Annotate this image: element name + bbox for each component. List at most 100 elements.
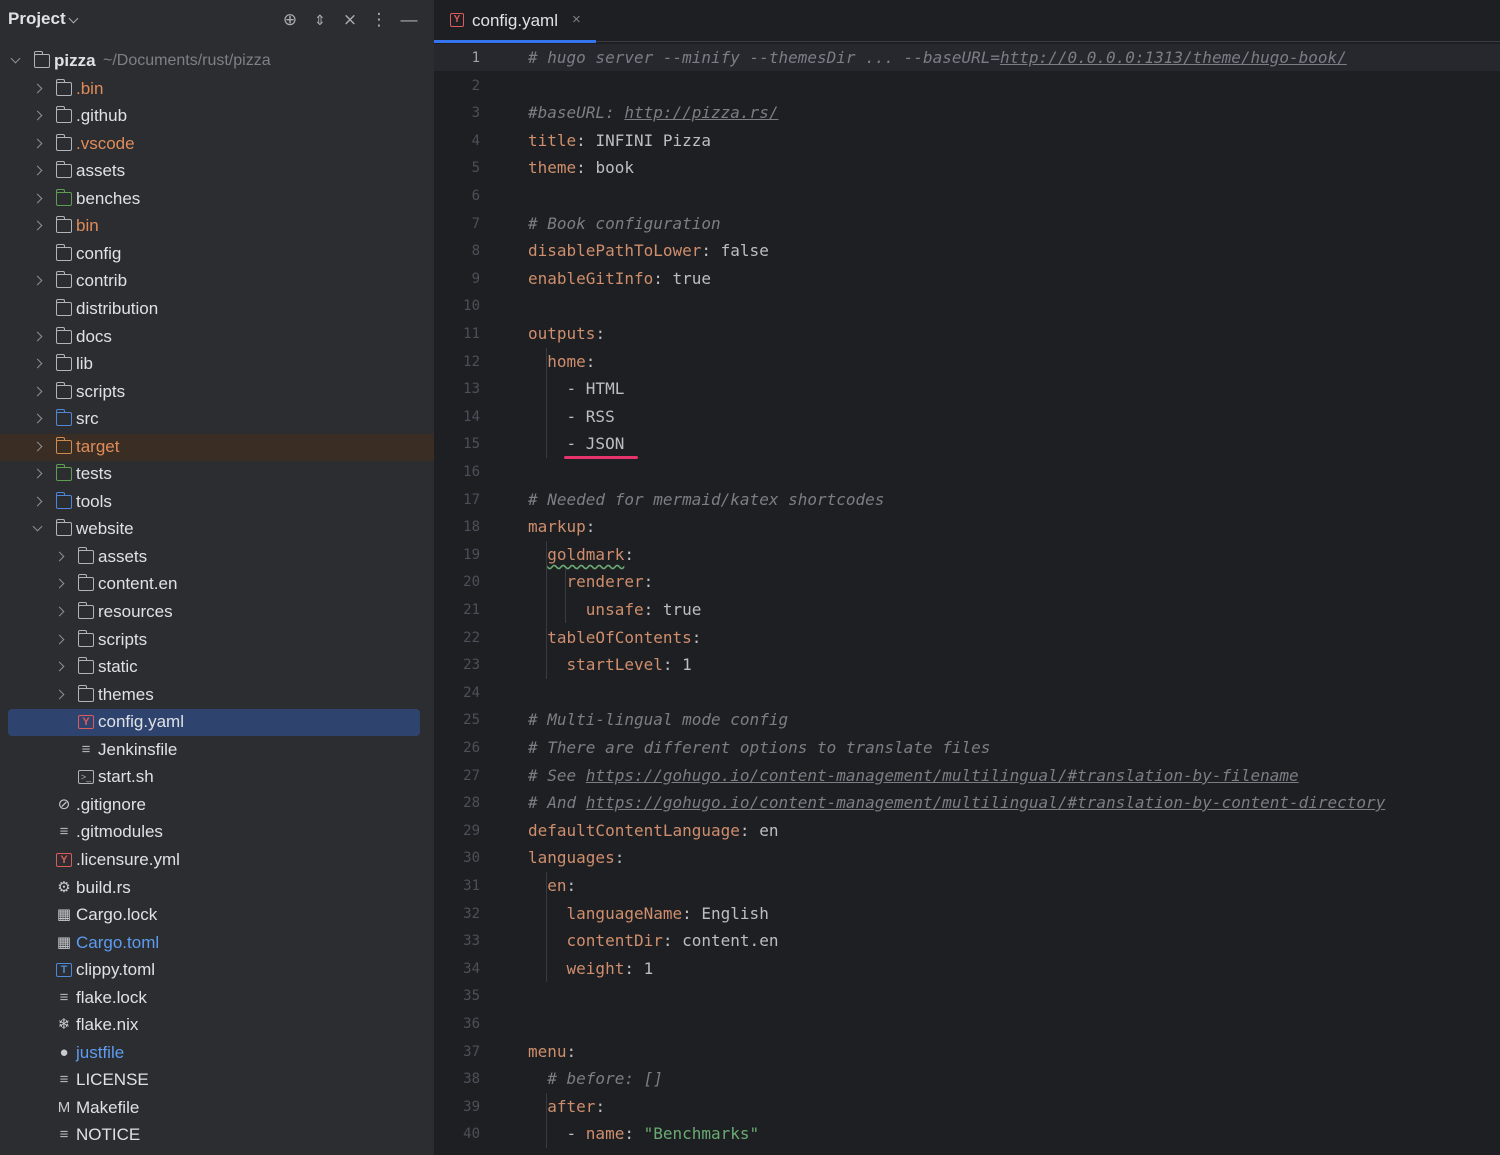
code-line[interactable]: tableOfContents: — [528, 624, 701, 651]
tree-item-folder[interactable]: target — [0, 434, 434, 461]
tree-item-folder[interactable]: tests — [0, 461, 434, 488]
chevron-down-icon[interactable] — [32, 521, 43, 532]
tree-item-file[interactable]: ≡ NOTICE — [0, 1122, 434, 1149]
code-line[interactable]: disablePathToLower: false — [528, 237, 769, 264]
chevron-right-icon[interactable] — [54, 689, 65, 700]
tree-item-folder[interactable]: static — [0, 654, 434, 681]
tree-item-file[interactable]: Yconfig.yaml — [0, 709, 434, 736]
code-line[interactable]: languages: — [528, 844, 624, 871]
chevron-right-icon[interactable] — [32, 358, 43, 369]
chevron-right-icon[interactable] — [32, 83, 43, 94]
chevron-right-icon[interactable] — [32, 441, 43, 452]
code-line[interactable]: enableGitInfo: true — [528, 265, 711, 292]
code-line[interactable]: theme: book — [528, 154, 634, 181]
code-line[interactable]: # Needed for mermaid/katex shortcodes — [528, 486, 884, 513]
tree-item-file[interactable]: ▦ Cargo.toml — [0, 930, 434, 957]
expand-collapse-icon[interactable]: ⇕ — [308, 8, 332, 32]
code-line[interactable]: # hugo server --minify --themesDir ... -… — [528, 44, 1347, 71]
code-line[interactable]: defaultContentLanguage: en — [528, 817, 778, 844]
code-line[interactable]: # Book configuration — [528, 210, 721, 237]
close-icon[interactable]: × — [572, 11, 581, 28]
tree-item-folder[interactable]: docs — [0, 324, 434, 351]
tree-item-file[interactable]: ⚙ build.rs — [0, 875, 434, 902]
chevron-right-icon[interactable] — [32, 413, 43, 424]
code-line[interactable]: - HTML — [528, 375, 625, 402]
code-line[interactable]: title: INFINI Pizza — [528, 127, 711, 154]
tree-item-folder[interactable]: .github — [0, 103, 434, 130]
chevron-right-icon[interactable] — [54, 661, 65, 672]
chevron-right-icon[interactable] — [32, 110, 43, 121]
code-line[interactable]: languageName: English — [528, 900, 769, 927]
chevron-right-icon[interactable] — [54, 634, 65, 645]
tree-item-folder[interactable]: distribution — [0, 296, 434, 323]
chevron-right-icon[interactable] — [32, 468, 43, 479]
code-line[interactable]: # Multi-lingual mode config — [528, 706, 788, 733]
crosshair-icon[interactable]: ⊕ — [278, 8, 302, 32]
tree-item-folder[interactable]: config — [0, 241, 434, 268]
project-panel-title[interactable]: Project — [8, 9, 66, 29]
tree-item-file[interactable]: ≡ flake.lock — [0, 985, 434, 1012]
code-line[interactable]: goldmark: — [528, 541, 634, 568]
tree-item-file[interactable]: ≡ .gitmodules — [0, 819, 434, 846]
code-line[interactable]: #baseURL: http://pizza.rs/ — [528, 99, 778, 126]
tree-item-folder[interactable]: themes — [0, 682, 434, 709]
tree-item-folder[interactable]: bin — [0, 213, 434, 240]
chevron-right-icon[interactable] — [32, 275, 43, 286]
minimize-icon[interactable]: — — [397, 8, 421, 32]
tree-item-folder[interactable]: .vscode — [0, 131, 434, 158]
code-line[interactable]: after: — [528, 1093, 605, 1120]
chevron-right-icon[interactable] — [32, 165, 43, 176]
tree-item-file[interactable]: ≡ Jenkinsfile — [0, 737, 434, 764]
code-line[interactable]: # before: [] — [528, 1065, 663, 1092]
tree-item-folder[interactable]: scripts — [0, 379, 434, 406]
tree-item-folder[interactable]: .bin — [0, 76, 434, 103]
code-line[interactable]: # And https://gohugo.io/content-manageme… — [528, 789, 1385, 816]
tab-config-yaml[interactable]: Y config.yaml × — [434, 0, 596, 43]
tree-item-folder[interactable]: benches — [0, 186, 434, 213]
chevron-right-icon[interactable] — [32, 193, 43, 204]
tree-item-folder[interactable]: resources — [0, 599, 434, 626]
chevron-right-icon[interactable] — [32, 331, 43, 342]
tree-item-file[interactable]: ❄ flake.nix — [0, 1012, 434, 1039]
tree-item-file[interactable]: Tclippy.toml — [0, 957, 434, 984]
code-area[interactable]: # hugo server --minify --themesDir ... -… — [434, 42, 1500, 1155]
tree-item-folder[interactable]: assets — [0, 544, 434, 571]
tree-item-file[interactable]: ⊘ .gitignore — [0, 792, 434, 819]
chevron-right-icon[interactable] — [54, 551, 65, 562]
tree-item-file[interactable]: ● justfile — [0, 1040, 434, 1067]
chevron-right-icon[interactable] — [32, 496, 43, 507]
code-line[interactable]: markup: — [528, 513, 595, 540]
tree-item-folder[interactable]: website — [0, 516, 434, 543]
chevron-down-icon[interactable] — [10, 53, 21, 64]
tree-item-folder[interactable]: tools — [0, 489, 434, 516]
tree-item-folder[interactable]: src — [0, 406, 434, 433]
chevron-right-icon[interactable] — [54, 606, 65, 617]
tree-item-folder[interactable]: contrib — [0, 268, 434, 295]
tree-item-folder[interactable]: content.en — [0, 571, 434, 598]
code-line[interactable]: en: — [528, 872, 576, 899]
tree-item-file[interactable]: >_ start.sh — [0, 764, 434, 791]
tree-item-file[interactable]: Y .licensure.yml — [0, 847, 434, 874]
tree-item-file[interactable]: ▦ Cargo.lock — [0, 902, 434, 929]
tree-item-folder[interactable]: lib — [0, 351, 434, 378]
tree-item-folder[interactable]: scripts — [0, 627, 434, 654]
code-line[interactable]: unsafe: true — [528, 596, 702, 623]
chevron-right-icon[interactable] — [32, 138, 43, 149]
code-line[interactable]: menu: — [528, 1038, 576, 1065]
tree-item-file[interactable]: M Makefile — [0, 1095, 434, 1122]
chevron-down-icon[interactable] — [68, 13, 79, 24]
code-line[interactable]: - RSS — [528, 403, 615, 430]
code-line[interactable]: # See https://gohugo.io/content-manageme… — [528, 762, 1299, 789]
code-line[interactable]: # There are different options to transla… — [528, 734, 990, 761]
code-line[interactable]: outputs: — [528, 320, 605, 347]
code-line[interactable]: home: — [528, 348, 595, 375]
chevron-right-icon[interactable] — [54, 578, 65, 589]
code-line[interactable]: - name: "Benchmarks" — [528, 1120, 760, 1147]
code-line[interactable]: startLevel: 1 — [528, 651, 692, 678]
code-line[interactable]: - JSON — [528, 430, 625, 457]
chevron-right-icon[interactable] — [32, 220, 43, 231]
chevron-right-icon[interactable] — [32, 386, 43, 397]
tree-item-root[interactable]: pizza ~/Documents/rust/pizza — [0, 48, 434, 75]
code-line[interactable]: contentDir: content.en — [528, 927, 779, 954]
more-icon[interactable]: ⋮ — [367, 8, 391, 32]
